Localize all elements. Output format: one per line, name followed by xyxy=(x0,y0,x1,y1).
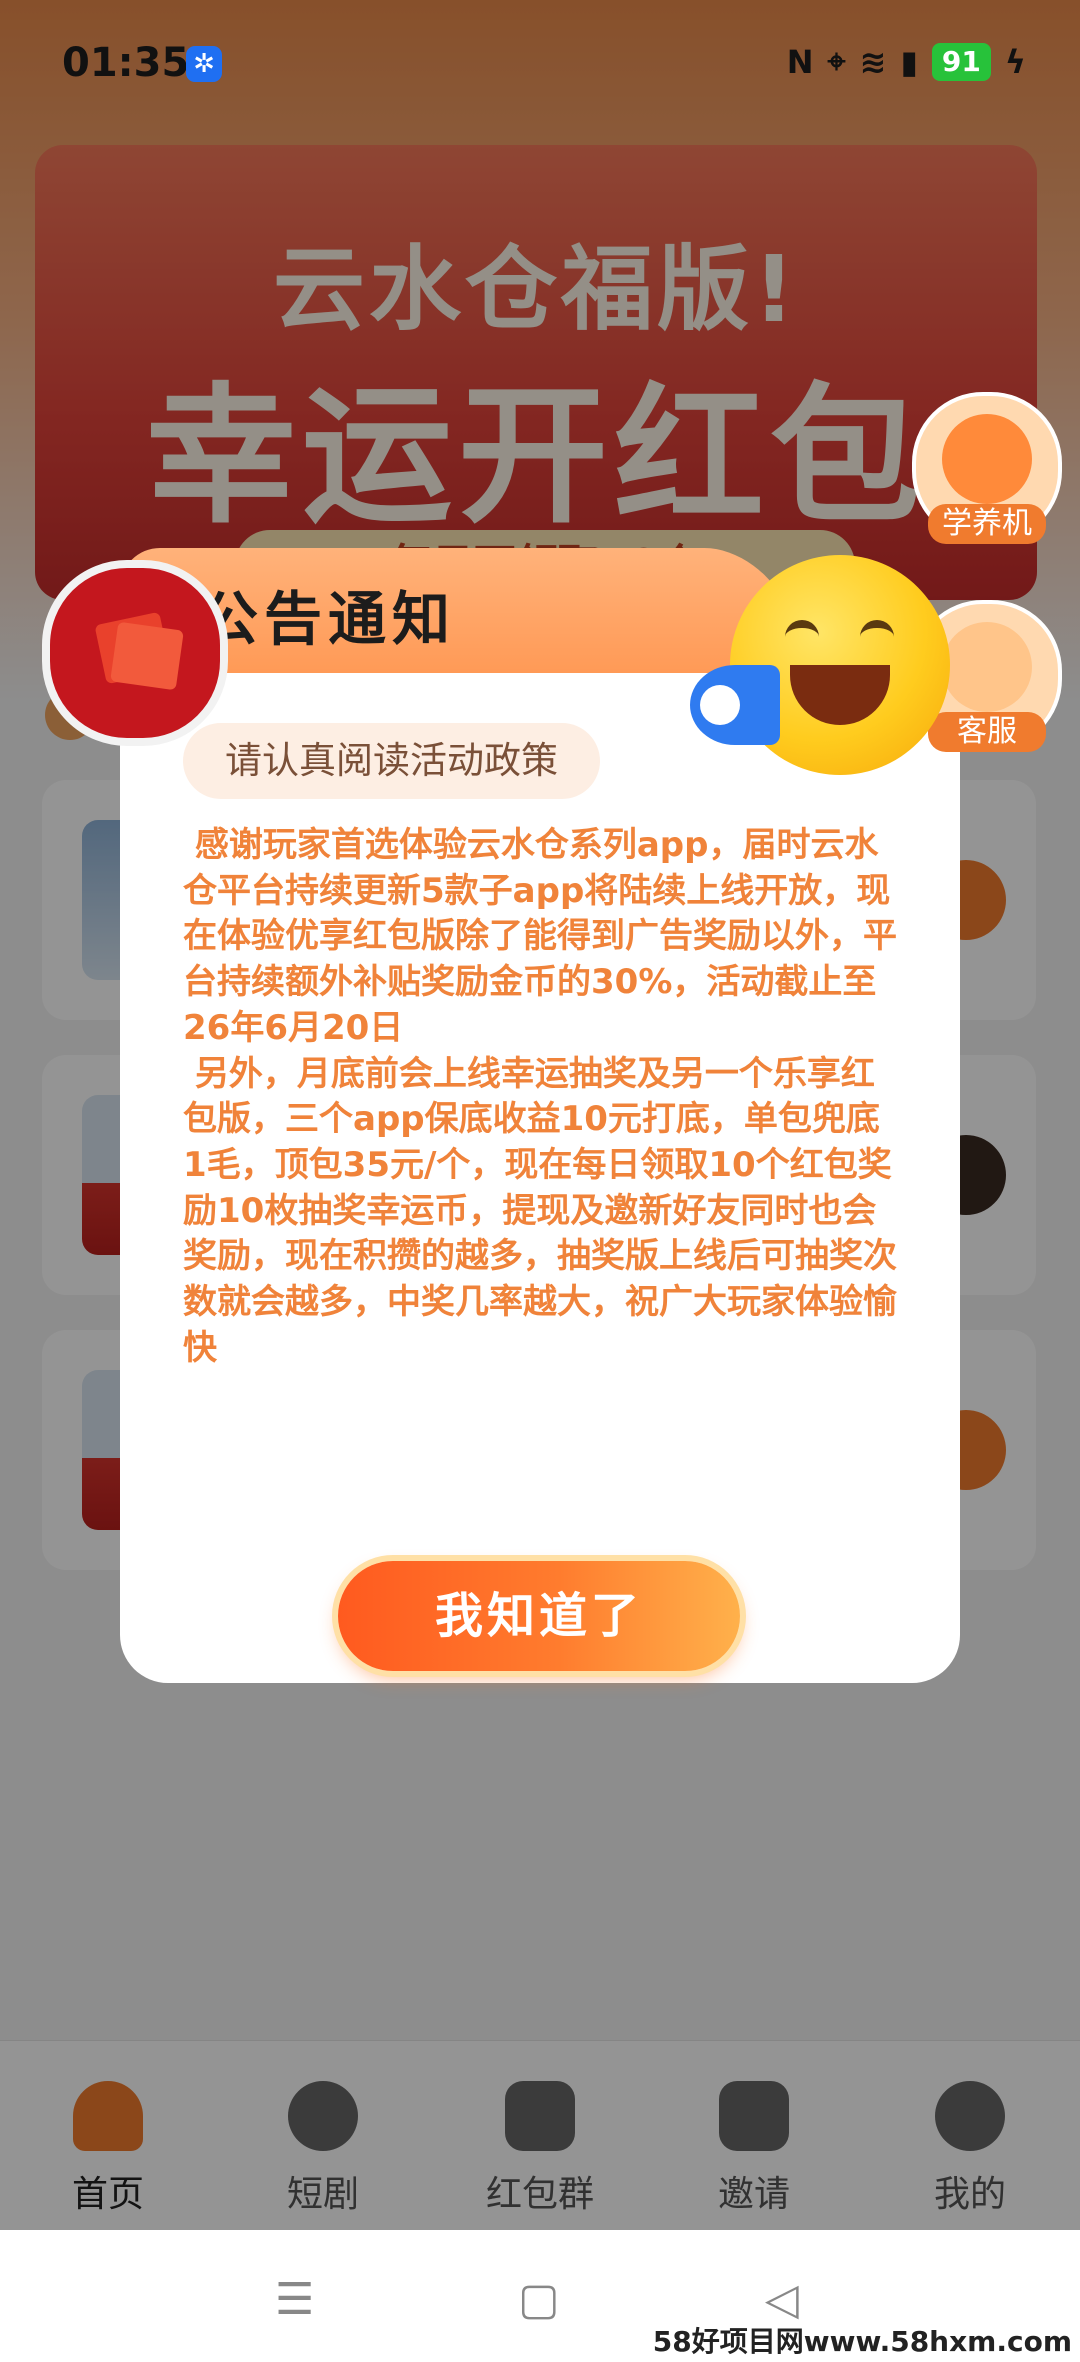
battery-level: 91 xyxy=(931,42,991,81)
system-navigation-bar: ☰ ▢ ◁ 58好项目网www.58hxm.com xyxy=(0,2230,1080,2362)
emoji-eye xyxy=(785,620,819,646)
signal-4g-icon: ▮ xyxy=(900,42,918,81)
red-envelope-badge-icon xyxy=(42,560,228,746)
home-square-icon[interactable]: ▢ xyxy=(518,2274,560,2325)
emoji-mouth xyxy=(790,665,890,725)
charging-icon: ϟ xyxy=(1004,42,1026,81)
dialog-subtitle: 请认真阅读活动政策 xyxy=(183,723,600,799)
dialog-content: 感谢玩家首选体验云水仓系列app，届时云水仓平台持续更新5款子app将陆续上线开… xyxy=(183,825,897,1368)
menu-icon[interactable]: ☰ xyxy=(275,2274,314,2325)
dialog-body: 请认真阅读活动政策 感谢玩家首选体验云水仓系列app，届时云水仓平台持续更新5款… xyxy=(120,673,960,1683)
nfc-icon: N xyxy=(786,42,814,81)
dialog-title: 公告通知 xyxy=(200,585,457,653)
service-label: 客服 xyxy=(928,712,1046,752)
status-bar: 01:35 ✲ N ⌖ ≋ ▮ 91 ϟ xyxy=(0,0,1080,130)
acknowledge-button[interactable]: 我知道了 xyxy=(338,1561,740,1671)
watermark: 58好项目网www.58hxm.com xyxy=(652,2325,1072,2358)
study-float-button[interactable]: 学养机 xyxy=(912,392,1062,544)
location-icon: ⌖ xyxy=(827,42,846,80)
app-notification-icon: ✲ xyxy=(186,46,222,82)
wifi-icon: ≋ xyxy=(859,42,887,81)
envelope-shape xyxy=(110,621,184,691)
fire-mascot-icon xyxy=(942,414,1032,504)
back-icon[interactable]: ◁ xyxy=(765,2274,799,2325)
megaphone-icon xyxy=(690,655,800,755)
status-icons: N ⌖ ≋ ▮ 91 ϟ xyxy=(787,42,1026,81)
headset-mascot-icon xyxy=(942,622,1032,712)
megaphone-bell xyxy=(700,685,740,725)
clock: 01:35 xyxy=(62,40,190,86)
study-label: 学养机 xyxy=(928,504,1046,544)
emoji-eye xyxy=(860,620,894,646)
